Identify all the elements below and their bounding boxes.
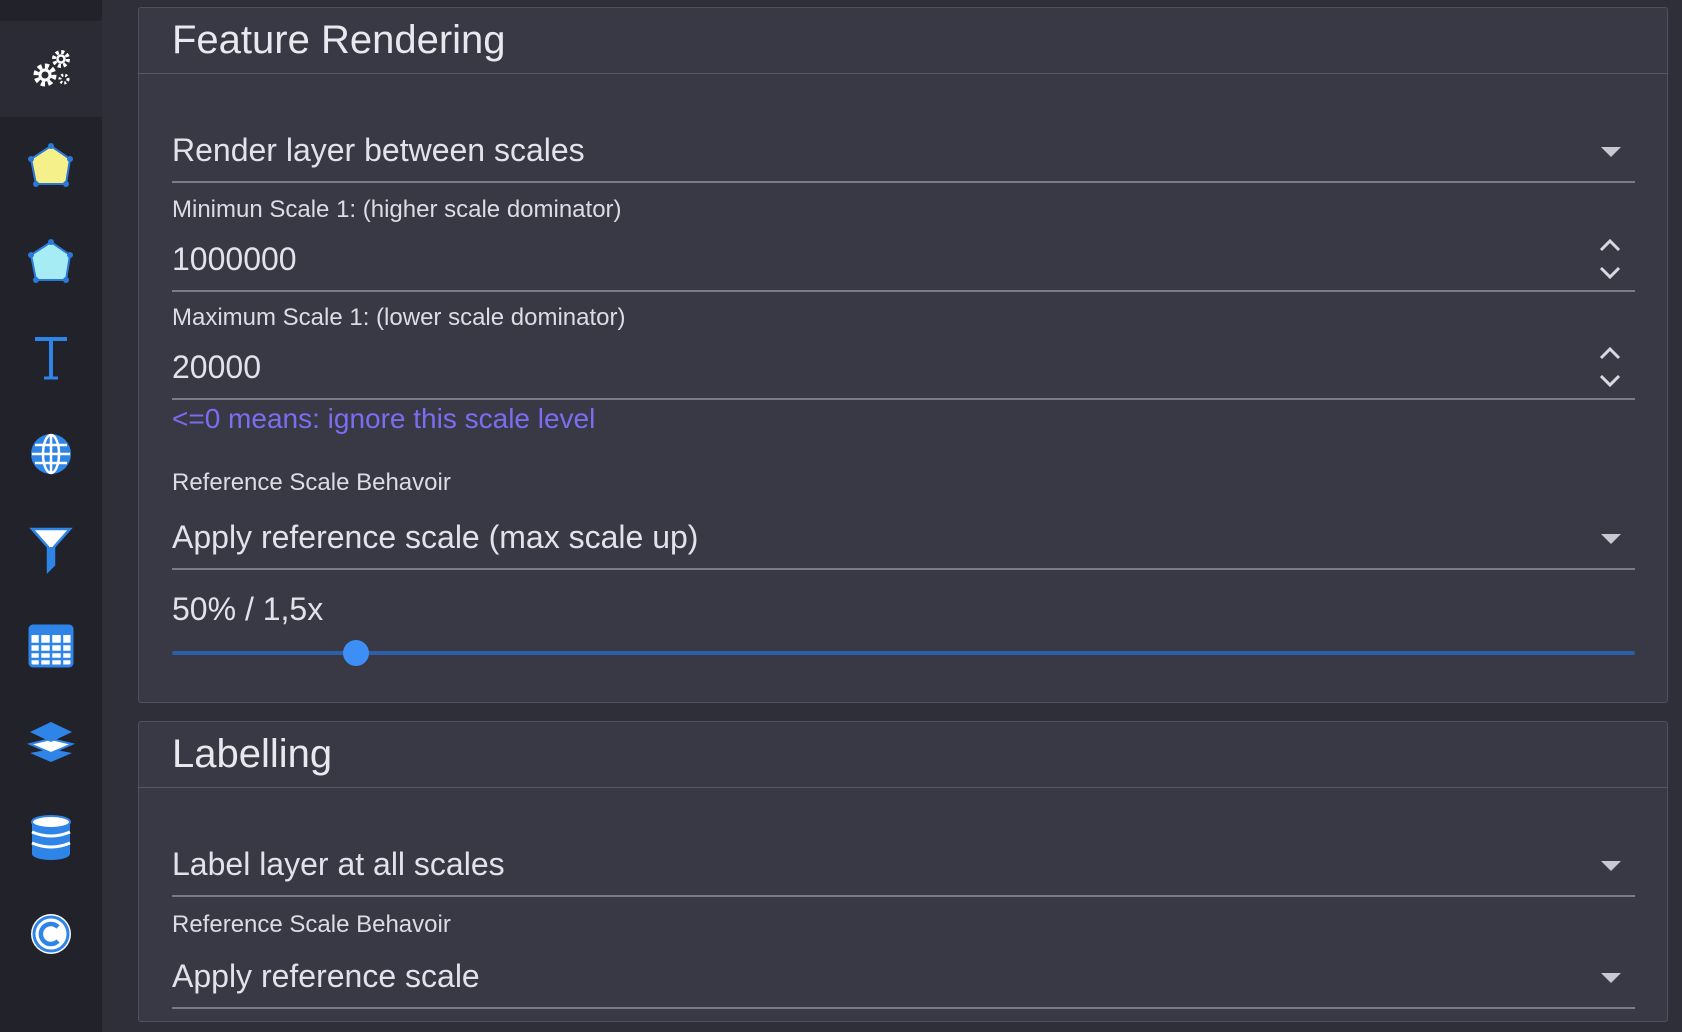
sidebar-item-database[interactable] [0,790,102,886]
chevron-down-icon[interactable] [1601,861,1621,871]
label-mode-select[interactable]: Label layer at all scales [172,819,1635,897]
chevron-down-icon[interactable] [1601,147,1621,157]
sidebar-item-table[interactable] [0,598,102,694]
label-ref-scale-label: Reference Scale Behavoir [172,911,451,938]
sidebar-item-projection[interactable] [0,406,102,502]
ref-scale-select[interactable]: Apply reference scale (max scale up) [172,498,1635,570]
label-ref-scale-value: Apply reference scale [172,958,480,994]
max-scale-input[interactable]: 20000 [172,330,1635,400]
slider-thumb[interactable] [343,640,370,666]
ref-scale-label: Reference Scale Behavoir [172,469,451,496]
labelling-header: Labelling [139,722,1667,788]
feature-rendering-header: Feature Rendering [139,8,1667,74]
ref-scale-value: Apply reference scale (max scale up) [172,519,699,555]
ref-scale-slider[interactable] [172,640,1635,666]
sidebar [0,0,102,1032]
labelling-title: Labelling [172,732,333,776]
yellow-polygon-icon [28,143,73,187]
funnel-icon [29,527,73,575]
gears-icon [33,50,70,87]
max-scale-value: 20000 [172,349,261,385]
scale-hint: <=0 means: ignore this scale level [172,403,596,434]
cyan-polygon-icon [28,239,73,283]
globe-icon [31,433,71,475]
feature-rendering-panel: Feature Rendering Render layer between s… [138,7,1668,703]
sidebar-item-filter[interactable] [0,502,102,598]
max-scale-label: Maximum Scale 1: (lower scale dominator) [172,304,626,331]
database-icon [31,815,71,860]
settings-content: Feature Rendering Render layer between s… [102,0,1682,1032]
number-stepper-icon[interactable] [1595,228,1625,288]
feature-rendering-title: Feature Rendering [172,18,506,62]
sidebar-item-settings[interactable] [0,21,102,117]
min-scale-label: Minimun Scale 1: (higher scale dominator… [172,196,622,223]
render-mode-value: Render layer between scales [172,132,585,168]
labelling-panel: Labelling Label layer at all scales Refe… [138,721,1668,1022]
min-scale-value: 1000000 [172,241,297,277]
render-mode-select[interactable]: Render layer between scales [172,108,1635,183]
copyright-icon [31,914,71,954]
sidebar-item-layers[interactable] [0,694,102,790]
layers-icon [26,722,76,762]
min-scale-input[interactable]: 1000000 [172,222,1635,292]
table-icon [28,624,74,668]
chevron-down-icon[interactable] [1601,534,1621,544]
ref-scale-slider-value: 50% / 1,5x [172,591,324,627]
label-ref-scale-select[interactable]: Apply reference scale [172,937,1635,1009]
sidebar-item-fill-symbol[interactable] [0,118,102,214]
label-mode-value: Label layer at all scales [172,846,505,882]
text-icon [35,337,67,380]
sidebar-item-outline-symbol[interactable] [0,214,102,310]
chevron-down-icon[interactable] [1601,973,1621,983]
sidebar-item-copyright[interactable] [0,886,102,982]
number-stepper-icon[interactable] [1595,336,1625,396]
sidebar-item-label[interactable] [0,310,102,406]
